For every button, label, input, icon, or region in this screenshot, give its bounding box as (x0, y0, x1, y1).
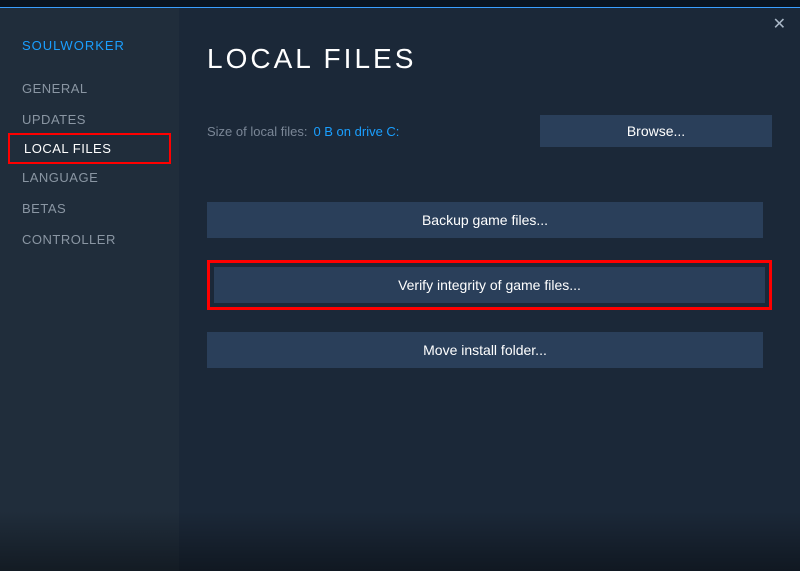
sidebar-item-controller[interactable]: CONTROLLER (0, 224, 179, 255)
page-title: LOCAL FILES (207, 43, 772, 75)
main-container: SOULWORKER GENERAL UPDATES LOCAL FILES L… (0, 8, 800, 571)
backup-game-files-button[interactable]: Backup game files... (207, 202, 763, 238)
sidebar: SOULWORKER GENERAL UPDATES LOCAL FILES L… (0, 8, 179, 571)
browse-button[interactable]: Browse... (540, 115, 772, 147)
sidebar-item-language[interactable]: LANGUAGE (0, 162, 179, 193)
sidebar-item-updates[interactable]: UPDATES (0, 104, 179, 135)
size-label: Size of local files: (207, 124, 307, 139)
sidebar-item-betas[interactable]: BETAS (0, 193, 179, 224)
verify-integrity-button[interactable]: Verify integrity of game files... (214, 267, 765, 303)
move-install-folder-button[interactable]: Move install folder... (207, 332, 763, 368)
sidebar-item-general[interactable]: GENERAL (0, 73, 179, 104)
main-panel: LOCAL FILES Size of local files: 0 B on … (179, 8, 800, 571)
close-icon[interactable]: ✕ (773, 14, 786, 34)
app-title: SOULWORKER (0, 38, 179, 73)
sidebar-item-local-files[interactable]: LOCAL FILES (8, 133, 171, 164)
window-topbar (0, 0, 800, 8)
local-files-size-row: Size of local files: 0 B on drive C: Bro… (207, 115, 772, 147)
verify-highlight: Verify integrity of game files... (207, 260, 772, 310)
size-value: 0 B on drive C: (313, 124, 399, 139)
